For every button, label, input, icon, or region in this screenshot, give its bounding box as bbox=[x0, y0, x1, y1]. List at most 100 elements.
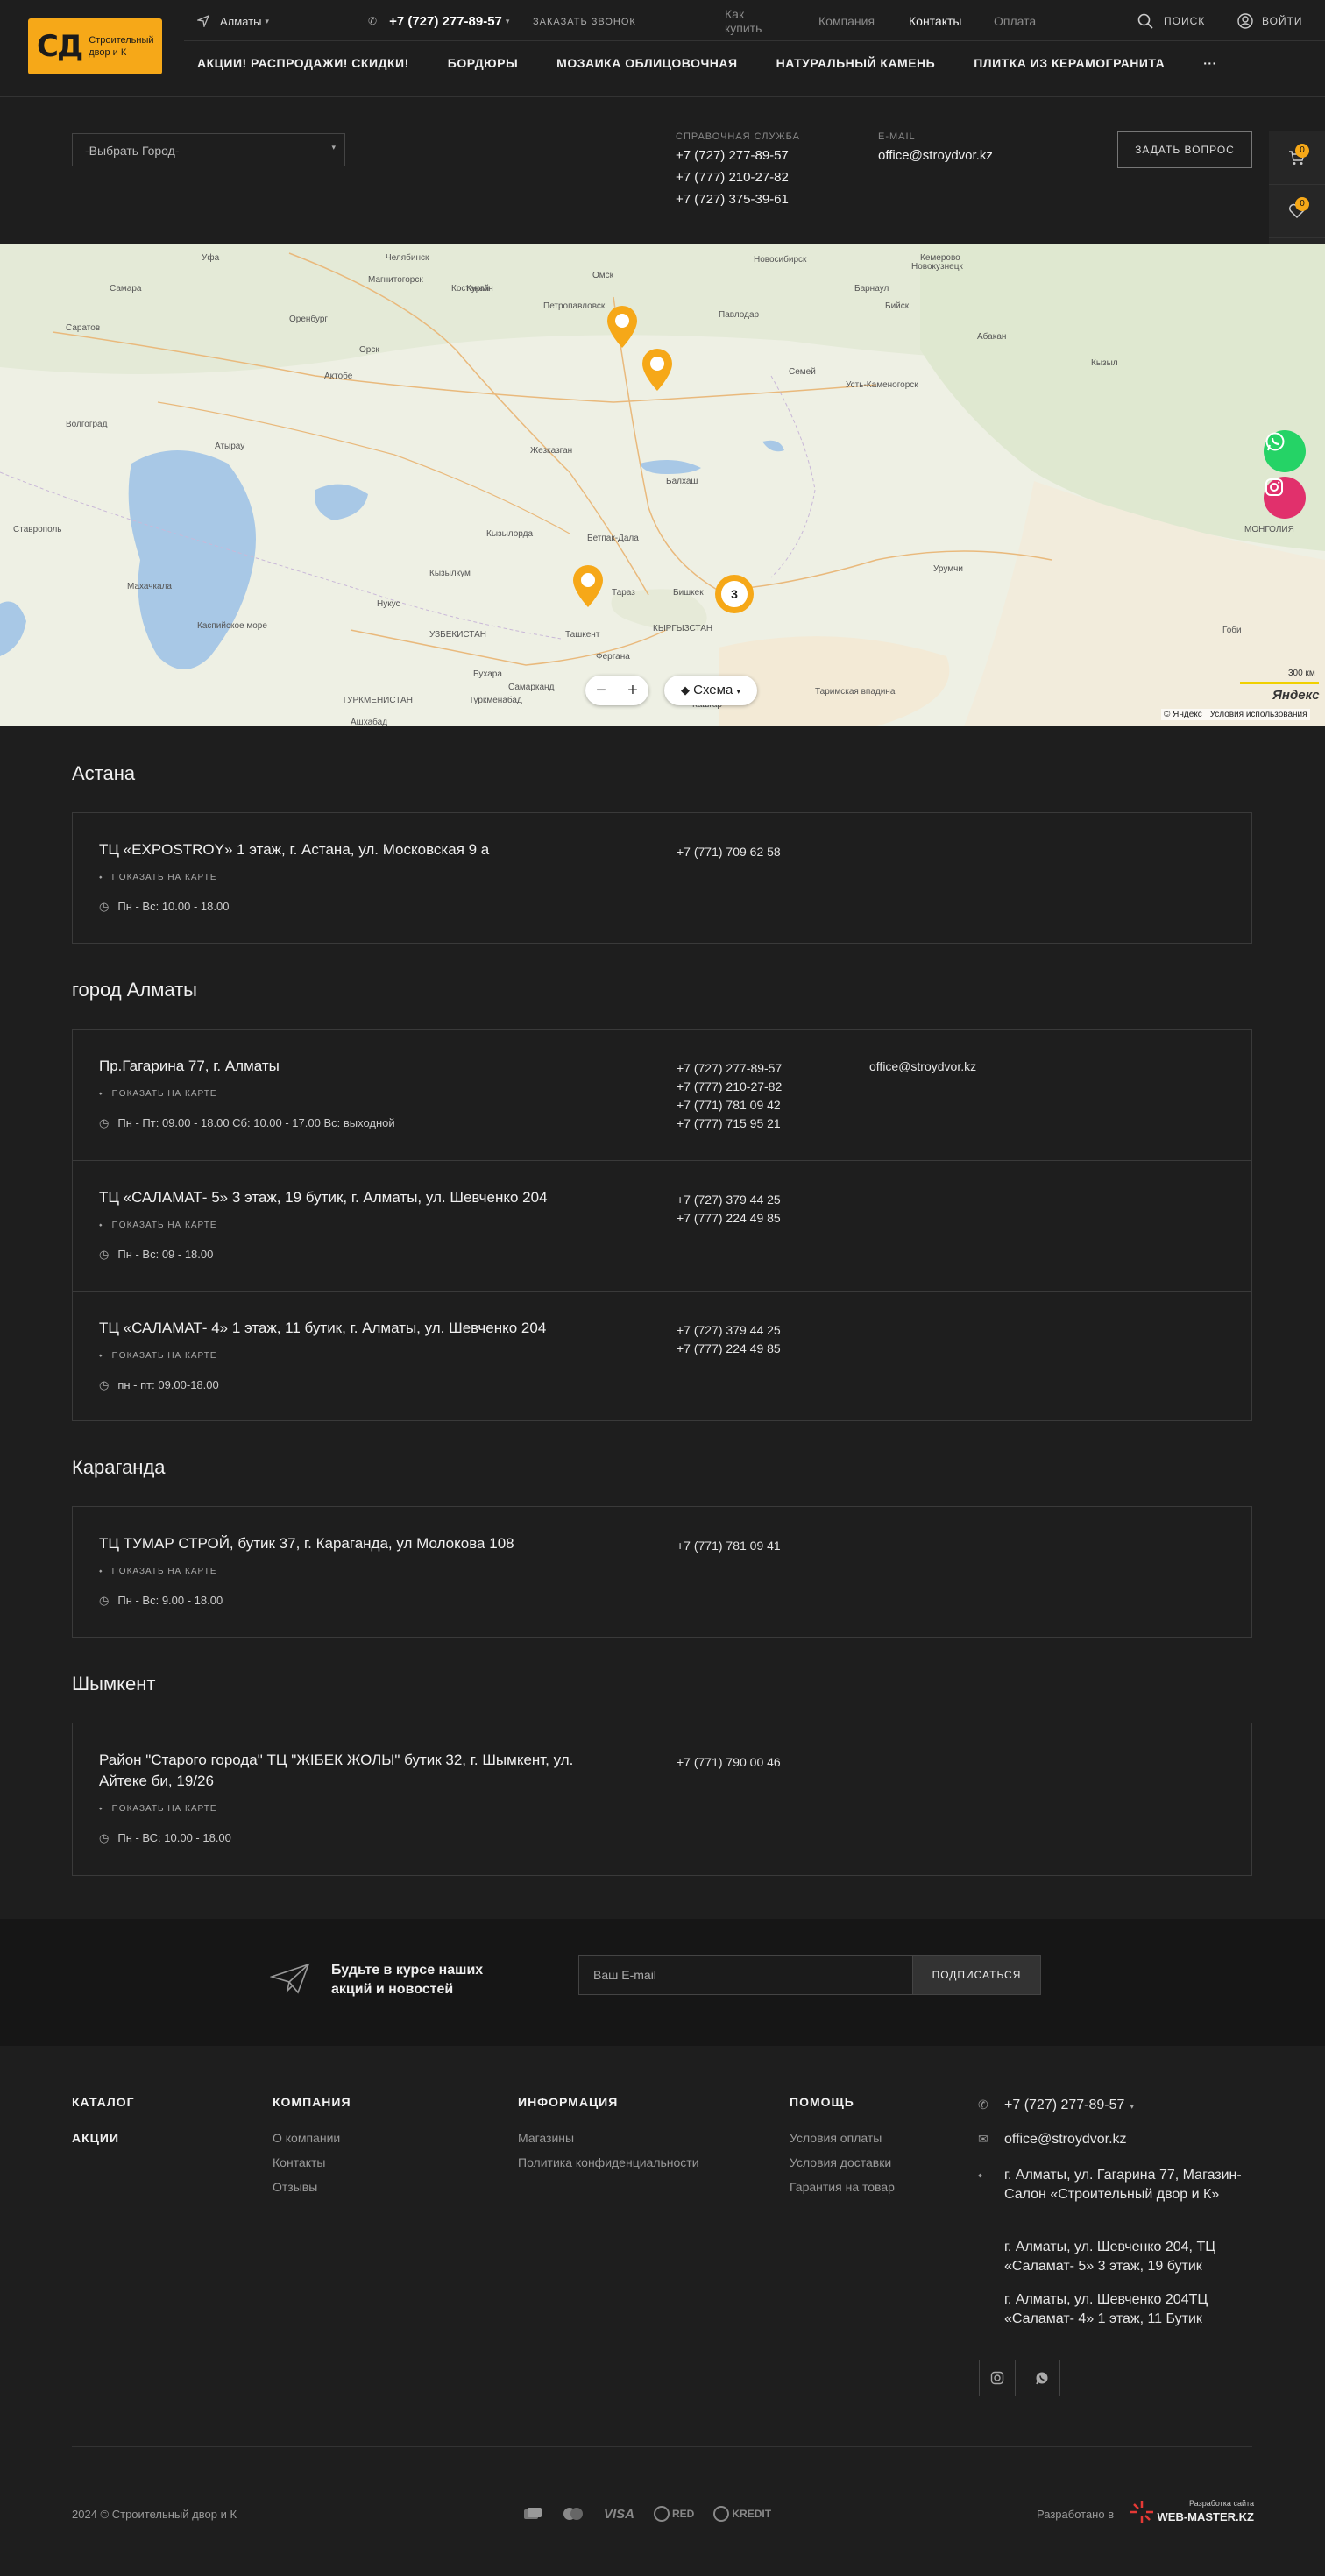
store-phone[interactable]: +7 (771) 709 62 58 bbox=[677, 843, 781, 861]
map-marker-icon: ⬩ bbox=[99, 1567, 103, 1576]
store-phone[interactable]: +7 (771) 781 09 41 bbox=[677, 1537, 781, 1555]
store-phone[interactable]: +7 (727) 277-89-57 bbox=[677, 1059, 782, 1078]
service-phone[interactable]: +7 (777) 210-27-82 bbox=[676, 166, 789, 188]
footer-link-privacy[interactable]: Политика конфиденциальности bbox=[518, 2155, 699, 2169]
store-card-astana: ТЦ «EXPOSTROY» 1 этаж, г. Астана, ул. Мо… bbox=[72, 812, 1252, 944]
store-pin-astana[interactable] bbox=[606, 304, 639, 350]
footer-phone-number: +7 (727) 277-89-57 bbox=[1004, 2098, 1125, 2112]
nav-contacts[interactable]: Контакты bbox=[909, 14, 961, 28]
clock-icon: ◷ bbox=[99, 900, 110, 913]
footer-email[interactable]: office@stroydvor.kz bbox=[1004, 2130, 1258, 2149]
nav-company[interactable]: Компания bbox=[818, 14, 875, 28]
nav-payment[interactable]: Оплата bbox=[994, 14, 1036, 28]
store-pin-shymkent[interactable] bbox=[571, 563, 605, 609]
footer-catalog-link[interactable]: КАТАЛОГ bbox=[72, 2095, 135, 2109]
footer-link-reviews[interactable]: Отзывы bbox=[273, 2180, 317, 2194]
header-phone[interactable]: ✆ +7 (727) 277-89-57 ▾ bbox=[368, 12, 509, 30]
show-on-map-link[interactable]: ⬩ ПОКАЗАТЬ НА КАРТЕ bbox=[99, 1089, 217, 1099]
store-row: Район "Старого города" ТЦ "ЖІБЕК ЖОЛЫ" б… bbox=[73, 1723, 1251, 1875]
store-phone[interactable]: +7 (727) 379 44 25 bbox=[677, 1321, 781, 1340]
search-button[interactable]: поиск bbox=[1137, 12, 1205, 30]
ask-question-button[interactable]: ЗАДАТЬ ВОПРОС bbox=[1117, 131, 1252, 168]
menu-porcelain-tile[interactable]: ПЛИТКА ИЗ КЕРАМОГРАНИТА bbox=[974, 56, 1165, 70]
store-address: Пр.Гагарина 77, г. Алматы bbox=[99, 1058, 280, 1074]
footer-instagram-button[interactable] bbox=[979, 2360, 1016, 2396]
store-phone[interactable]: +7 (771) 790 00 46 bbox=[677, 1753, 781, 1772]
store-phone[interactable]: +7 (777) 224 49 85 bbox=[677, 1340, 781, 1358]
logo[interactable]: СД Строительный двор и К bbox=[28, 18, 162, 74]
location-arrow-icon bbox=[197, 15, 209, 27]
clock-icon: ◷ bbox=[99, 1378, 110, 1391]
menu-sales[interactable]: АКЦИИ! РАСПРОДАЖИ! СКИДКИ! bbox=[197, 56, 409, 70]
footer-phone[interactable]: +7 (727) 277-89-57 ▾ bbox=[1004, 2096, 1258, 2116]
map-place-label: Новосибирск bbox=[754, 255, 807, 265]
map-place-label: ТУРКМЕНИСТАН bbox=[342, 696, 413, 705]
map-layers-button[interactable]: ◆ Схема ▾ bbox=[664, 676, 757, 705]
footer-link-warranty[interactable]: Гарантия на товар bbox=[790, 2180, 895, 2194]
footer-company-title: КОМПАНИЯ bbox=[273, 2095, 351, 2109]
nav-how-to-buy[interactable]: Как купить bbox=[725, 7, 762, 35]
developed-by-label: Разработано в bbox=[1037, 2508, 1115, 2521]
map-terrain bbox=[0, 244, 1325, 726]
footer-link-stores[interactable]: Магазины bbox=[518, 2131, 574, 2145]
footer-divider bbox=[72, 2446, 1252, 2447]
service-phone[interactable]: +7 (727) 375-39-61 bbox=[676, 188, 789, 210]
section-title-astana: Астана bbox=[72, 762, 136, 784]
zoom-in-button[interactable]: + bbox=[627, 681, 638, 701]
store-card-almaty: Пр.Гагарина 77, г. Алматы ⬩ ПОКАЗАТЬ НА К… bbox=[72, 1029, 1252, 1421]
map-place-label: Атырау bbox=[215, 442, 245, 451]
store-phones: +7 (771) 709 62 58 bbox=[677, 843, 781, 861]
store-phone[interactable]: +7 (771) 781 09 42 bbox=[677, 1096, 782, 1115]
store-phones: +7 (727) 277-89-57 +7 (777) 210-27-82 +7… bbox=[677, 1059, 782, 1133]
map-place-label: Павлодар bbox=[719, 310, 760, 320]
footer-link-about[interactable]: О компании bbox=[273, 2131, 340, 2145]
footer-link-contacts[interactable]: Контакты bbox=[273, 2155, 325, 2169]
show-on-map-link[interactable]: ⬩ ПОКАЗАТЬ НА КАРТЕ bbox=[99, 1221, 217, 1230]
store-pin-karaganda[interactable] bbox=[641, 347, 674, 393]
footer-link-payment[interactable]: Условия оплаты bbox=[790, 2131, 882, 2145]
whatsapp-button[interactable] bbox=[1264, 430, 1306, 472]
menu-more[interactable]: ··· bbox=[1203, 56, 1217, 70]
show-on-map-link[interactable]: ⬩ ПОКАЗАТЬ НА КАРТЕ bbox=[99, 1351, 217, 1361]
stores-map[interactable]: Челябинск Курган Омск Новосибирск Уфа Самара О… bbox=[0, 244, 1325, 726]
store-phone[interactable]: +7 (777) 715 95 21 bbox=[677, 1115, 782, 1133]
footer-whatsapp-button[interactable] bbox=[1024, 2360, 1060, 2396]
show-on-map-link[interactable]: ⬩ ПОКАЗАТЬ НА КАРТЕ bbox=[99, 873, 217, 882]
footer-sales-link[interactable]: АКЦИИ bbox=[72, 2131, 119, 2145]
zoom-out-button[interactable]: − bbox=[596, 681, 606, 701]
menu-natural-stone[interactable]: НАТУРАЛЬНЫЙ КАМЕНЬ bbox=[776, 56, 936, 70]
paper-plane-icon bbox=[270, 1963, 310, 1994]
footer-link-delivery[interactable]: Условия доставки bbox=[790, 2155, 891, 2169]
favorites-widget[interactable]: 0 bbox=[1269, 185, 1325, 238]
map-place-label: Гоби bbox=[1222, 626, 1242, 635]
callback-link[interactable]: заказать звонок bbox=[533, 13, 636, 31]
subscribe-email-input[interactable]: Ваш E-mail bbox=[578, 1955, 913, 1995]
menu-mosaic[interactable]: МОЗАИКА ОБЛИЦОВОЧНАЯ bbox=[556, 56, 737, 70]
store-phone[interactable]: +7 (777) 210-27-82 bbox=[677, 1078, 782, 1096]
login-button[interactable]: войти bbox=[1237, 12, 1303, 30]
service-phones: +7 (727) 277-89-57 +7 (777) 210-27-82 +7… bbox=[676, 145, 789, 210]
map-place-label: Омск bbox=[592, 271, 614, 280]
cart-widget[interactable]: 0 bbox=[1269, 131, 1325, 185]
chevron-down-icon: ▾ bbox=[265, 16, 269, 25]
store-hours: ◷ Пн - Вс: 9.00 - 18.00 bbox=[99, 1594, 223, 1607]
menu-curbs[interactable]: БОРДЮРЫ bbox=[448, 56, 518, 70]
store-email[interactable]: office@stroydvor.kz bbox=[869, 1059, 976, 1073]
show-on-map-link[interactable]: ⬩ ПОКАЗАТЬ НА КАРТЕ bbox=[99, 1567, 217, 1576]
developer-logo[interactable]: Разработка сайта WEB-MASTER.KZ bbox=[1129, 2497, 1254, 2527]
service-phone[interactable]: +7 (727) 277-89-57 bbox=[676, 145, 789, 166]
city-select[interactable]: -Выбрать Город- ▾ bbox=[72, 133, 345, 166]
instagram-button[interactable] bbox=[1264, 477, 1306, 519]
store-phone[interactable]: +7 (727) 379 44 25 bbox=[677, 1191, 781, 1209]
copyright: 2024 © Строительный двор и К bbox=[72, 2508, 237, 2521]
map-terms-link[interactable]: Условия использования bbox=[1210, 710, 1307, 719]
store-row: ТЦ «САЛАМАТ- 5» 3 этаж, 19 бутик, г. Алм… bbox=[73, 1160, 1251, 1291]
store-cluster-almaty[interactable]: 3 bbox=[715, 575, 754, 613]
map-place-label: Туркменабад bbox=[469, 696, 522, 705]
show-on-map-link[interactable]: ⬩ ПОКАЗАТЬ НА КАРТЕ bbox=[99, 1804, 217, 1814]
subscribe-button[interactable]: ПОДПИСАТЬСЯ bbox=[912, 1955, 1041, 1995]
email-link[interactable]: office@stroydvor.kz bbox=[878, 145, 993, 166]
city-selector[interactable]: Алматы ▾ bbox=[197, 12, 269, 30]
store-address: Район "Старого города" ТЦ "ЖІБЕК ЖОЛЫ" б… bbox=[99, 1752, 574, 1789]
store-phone[interactable]: +7 (777) 224 49 85 bbox=[677, 1209, 781, 1228]
